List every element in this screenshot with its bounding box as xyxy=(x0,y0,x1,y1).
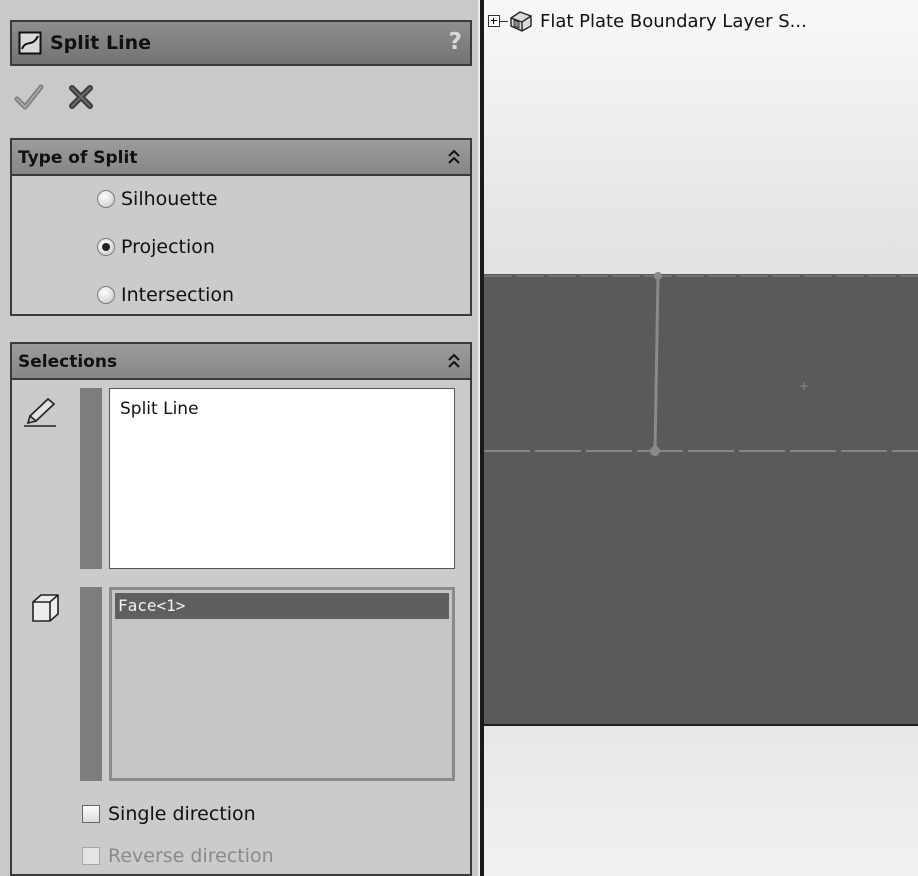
sketch-pencil-icon xyxy=(24,397,56,427)
checkbox-icon[interactable] xyxy=(82,805,100,823)
selection-color-bar xyxy=(80,587,102,781)
cancel-x-icon[interactable] xyxy=(66,82,96,112)
faces-to-split-box[interactable]: Face<1> xyxy=(109,587,455,781)
radio-projection[interactable]: Projection xyxy=(97,236,215,258)
type-of-split-group xyxy=(10,176,472,316)
radio-button-icon[interactable] xyxy=(97,286,115,304)
collapse-chevron-icon[interactable] xyxy=(446,148,462,166)
split-line-sketch[interactable] xyxy=(484,0,918,876)
selections-title: Selections xyxy=(18,352,118,372)
radio-label: Silhouette xyxy=(121,188,218,210)
checkbox-label: Single direction xyxy=(108,803,256,825)
checkbox-label: Reverse direction xyxy=(108,845,274,867)
type-of-split-header[interactable]: Type of Split xyxy=(10,138,472,176)
property-manager-title: Split Line xyxy=(50,32,152,54)
split-line-icon xyxy=(18,31,42,55)
property-manager-header: Split Line ? xyxy=(10,20,472,66)
face-list-item[interactable]: Face<1> xyxy=(115,593,449,619)
selection-color-bar xyxy=(80,388,102,569)
radio-label: Intersection xyxy=(121,284,235,306)
property-manager: Split Line ? Type of Split Silhouette Pr… xyxy=(0,0,478,876)
radio-silhouette[interactable]: Silhouette xyxy=(97,188,218,210)
face-item-label: Face<1> xyxy=(118,596,186,615)
single-direction-checkbox[interactable]: Single direction xyxy=(82,803,256,825)
checkbox-icon xyxy=(82,847,100,865)
reverse-direction-checkbox: Reverse direction xyxy=(82,845,274,867)
face-cube-icon xyxy=(32,594,59,622)
split-tool-item[interactable]: Split Line xyxy=(120,399,199,419)
radio-label: Projection xyxy=(121,236,215,258)
ok-checkmark-icon[interactable] xyxy=(14,82,44,112)
help-icon[interactable]: ? xyxy=(449,29,462,55)
radio-button-selected-icon[interactable] xyxy=(97,238,115,256)
radio-intersection[interactable]: Intersection xyxy=(97,284,234,306)
selections-header[interactable]: Selections xyxy=(10,342,472,380)
graphics-viewport[interactable]: Flat Plate Boundary Layer S... xyxy=(484,0,918,876)
collapse-chevron-icon[interactable] xyxy=(446,352,462,370)
type-of-split-title: Type of Split xyxy=(18,148,138,168)
radio-button-icon[interactable] xyxy=(97,190,115,208)
split-tool-selection-box[interactable]: Split Line xyxy=(109,388,455,569)
